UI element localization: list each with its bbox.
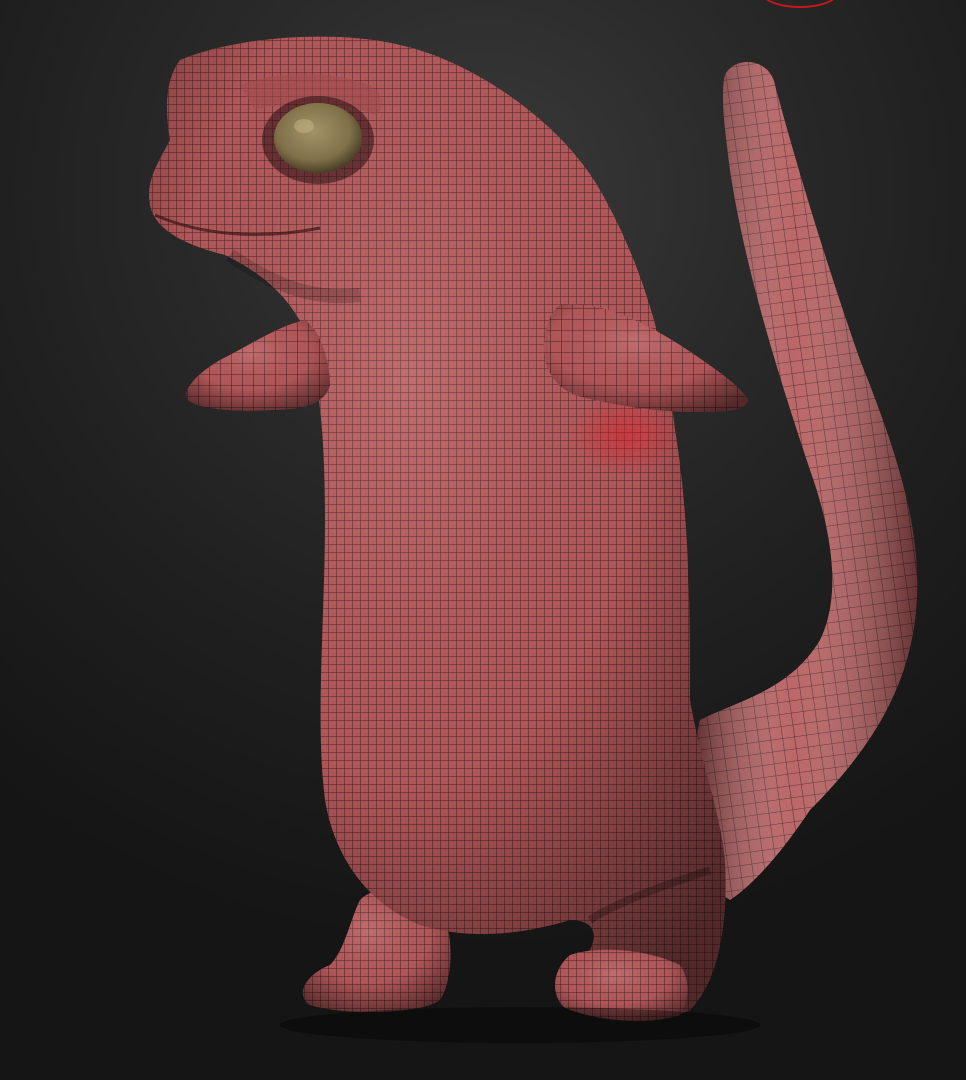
model-eye: [262, 96, 374, 184]
model-arm-left: [186, 320, 330, 411]
model-body: [149, 36, 726, 1020]
model-render[interactable]: [0, 0, 966, 1080]
ground-shadow: [280, 1007, 760, 1043]
sculpt-viewport[interactable]: [0, 0, 966, 1080]
model-tail: [692, 62, 918, 900]
